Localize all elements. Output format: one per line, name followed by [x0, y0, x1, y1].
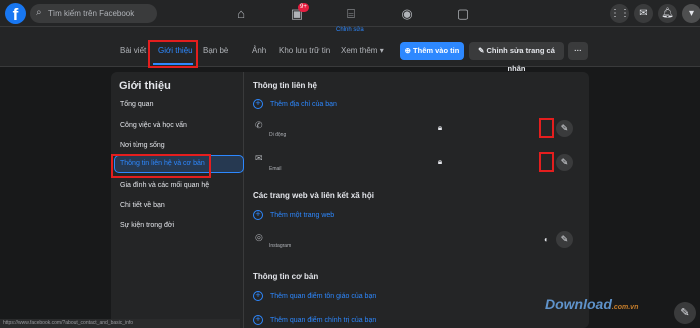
- notification-badge: 9+: [298, 3, 309, 12]
- instagram-icon: ◎: [255, 232, 263, 242]
- edit-link[interactable]: Chỉnh sửa: [336, 27, 364, 33]
- plus-circle-icon: +: [253, 210, 263, 220]
- about-content: Thông tin liên hệ + Thêm địa chỉ của bạn …: [253, 72, 589, 328]
- add-politics-link[interactable]: + Thêm quan điểm chính trị của bạn: [253, 315, 376, 325]
- email-label: Email: [269, 166, 282, 172]
- groups-icon[interactable]: ◉: [398, 5, 416, 22]
- email-icon: ✉: [255, 153, 263, 163]
- privacy-lock-icon[interactable]: 🔒︎: [433, 155, 447, 169]
- add-religion-link[interactable]: + Thêm quan điểm tôn giáo của bạn: [253, 291, 376, 301]
- account-icon[interactable]: ▾: [682, 4, 700, 23]
- edit-instagram-button[interactable]: ✎: [556, 231, 573, 248]
- more-options-button[interactable]: ···: [568, 42, 588, 60]
- plus-circle-icon: +: [253, 291, 263, 301]
- sidebar-item-details[interactable]: Chi tiết về bạn: [120, 202, 165, 209]
- sidebar-highlight-box: [111, 154, 211, 178]
- home-icon[interactable]: ⌂: [232, 5, 250, 22]
- gaming-icon[interactable]: ▢: [454, 5, 472, 22]
- about-title: Giới thiệu: [119, 80, 171, 92]
- edit-mobile-button[interactable]: ✎: [556, 120, 573, 137]
- tab-story-archive[interactable]: Kho lưu trữ tin: [279, 46, 330, 55]
- web-section-title: Các trang web và liên kết xã hội: [253, 191, 374, 200]
- instagram-label: Instagram: [269, 243, 292, 249]
- lock-highlight-box: [539, 152, 554, 172]
- search-icon: ⌕: [36, 7, 42, 18]
- edit-email-button[interactable]: ✎: [556, 154, 573, 171]
- bell-icon[interactable]: 🔔︎: [658, 4, 677, 23]
- privacy-lock-icon[interactable]: 🔒︎: [433, 121, 447, 135]
- add-website-link[interactable]: + Thêm một trang web: [253, 210, 334, 220]
- sidebar-item-family-relationships[interactable]: Gia đình và các mối quan hệ: [120, 182, 209, 189]
- tab-more[interactable]: Xem thêm ▾: [341, 46, 384, 55]
- phone-icon: ✆: [255, 120, 263, 130]
- status-bar-url: https://www.facebook.com/?about_contact_…: [0, 319, 240, 328]
- new-message-icon[interactable]: ✎: [674, 302, 696, 324]
- about-sidebar: Giới thiệu Tổng quan Công việc và học vấ…: [111, 72, 244, 328]
- sidebar-item-life-events[interactable]: Sự kiện trong đời: [120, 222, 174, 229]
- sidebar-item-work-education[interactable]: Công việc và học vấn: [120, 122, 187, 129]
- tab-friends[interactable]: Bạn bè: [203, 46, 228, 55]
- search-box[interactable]: ⌕: [30, 4, 157, 23]
- top-navbar: f ⌕ ⌂ ▣9+ ⌸ ◉ ▢ ⋮⋮ ✉ 🔔︎ ▾: [0, 0, 700, 27]
- add-address-link[interactable]: + Thêm địa chỉ của bạn: [253, 99, 337, 109]
- mobile-label: Di động: [269, 132, 287, 138]
- add-story-button[interactable]: ⊕ Thêm vào tin: [400, 42, 464, 60]
- tab-photos[interactable]: Ảnh: [252, 46, 266, 55]
- plus-circle-icon: +: [253, 315, 263, 325]
- watch-icon[interactable]: ▣ 9+: [288, 3, 309, 22]
- facebook-logo[interactable]: f: [5, 3, 26, 24]
- marketplace-icon[interactable]: ⌸: [342, 5, 360, 22]
- about-card: Giới thiệu Tổng quan Công việc và học vấ…: [111, 72, 589, 328]
- sidebar-item-places-lived[interactable]: Nơi từng sống: [120, 142, 165, 149]
- messenger-icon[interactable]: ✉: [634, 4, 653, 23]
- lock-highlight-box: [539, 118, 554, 138]
- contact-section-title: Thông tin liên hệ: [253, 81, 317, 90]
- watermark-logo: Download.com.vn: [545, 296, 639, 312]
- search-input[interactable]: [48, 4, 153, 23]
- public-audience-icon[interactable]: ◐: [544, 235, 549, 244]
- profile-tab-bar: Chỉnh sửa Bài viết Giới thiệu Bạn bè Ảnh…: [0, 27, 700, 73]
- edit-profile-button[interactable]: ✎ Chỉnh sửa trang cá nhân: [469, 42, 564, 73]
- menu-icon[interactable]: ⋮⋮: [610, 4, 630, 23]
- tab-posts[interactable]: Bài viết: [120, 46, 146, 55]
- tab-highlight-box: [148, 40, 198, 68]
- plus-circle-icon: +: [253, 99, 263, 109]
- sidebar-item-overview[interactable]: Tổng quan: [120, 101, 153, 108]
- basic-section-title: Thông tin cơ bản: [253, 272, 319, 281]
